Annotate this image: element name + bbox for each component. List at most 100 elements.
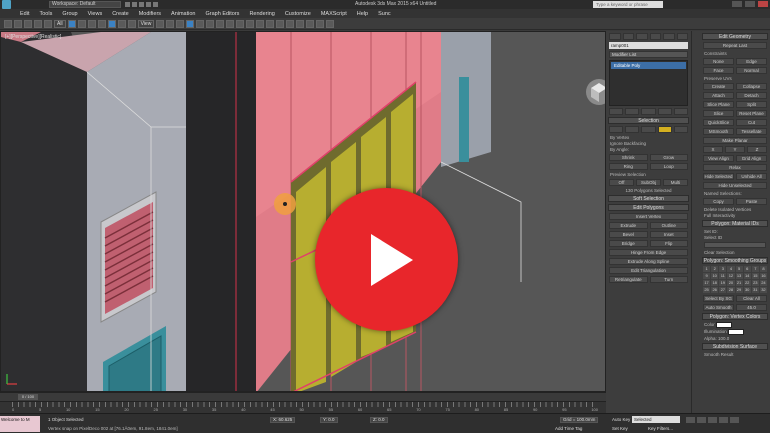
show-end-result-icon[interactable] bbox=[625, 108, 640, 115]
turn-button[interactable]: Turn bbox=[649, 276, 688, 283]
smoothing-group-button[interactable]: 1 bbox=[703, 266, 711, 272]
render-setup-icon[interactable] bbox=[306, 19, 315, 28]
menu-group[interactable]: Group bbox=[62, 11, 77, 17]
smoothing-group-button[interactable]: 17 bbox=[703, 280, 711, 286]
edit-polygons-rollout-header[interactable]: Edit Polygons bbox=[608, 204, 689, 211]
pivot-icon[interactable] bbox=[156, 19, 165, 28]
smoothing-group-button[interactable]: 31 bbox=[751, 287, 759, 293]
smoothing-group-button[interactable]: 7 bbox=[751, 266, 759, 272]
flip-button[interactable]: Flip bbox=[649, 240, 688, 247]
paste-button[interactable]: Paste bbox=[736, 198, 767, 205]
smoothing-group-button[interactable]: 22 bbox=[743, 280, 751, 286]
alpha-value[interactable]: 100.0 bbox=[718, 336, 729, 341]
rendered-frame-icon[interactable] bbox=[316, 19, 325, 28]
material-ids-rollout-header[interactable]: Polygon: Material IDs bbox=[702, 220, 768, 227]
shrink-button[interactable]: Shrink bbox=[609, 154, 648, 161]
smoothing-group-button[interactable]: 12 bbox=[727, 273, 735, 279]
retriangulate-button[interactable]: Retriangulate bbox=[609, 276, 648, 283]
select-object-icon[interactable] bbox=[67, 19, 76, 28]
utilities-tab-icon[interactable] bbox=[676, 33, 688, 40]
cut-button[interactable]: Cut bbox=[736, 119, 767, 126]
undo-icon[interactable] bbox=[146, 2, 151, 7]
menu-views[interactable]: Views bbox=[88, 11, 103, 17]
border-mode-icon[interactable] bbox=[641, 126, 656, 133]
smoothing-group-button[interactable]: 30 bbox=[743, 287, 751, 293]
menu-help[interactable]: Help bbox=[357, 11, 368, 17]
close-button[interactable] bbox=[758, 1, 768, 7]
smoothing-group-button[interactable]: 13 bbox=[735, 273, 743, 279]
msmooth-button[interactable]: MSmooth bbox=[703, 128, 734, 135]
key-selection-dropdown[interactable]: Selected bbox=[632, 416, 680, 423]
insert-vertex-button[interactable]: Insert Vertex bbox=[609, 213, 688, 220]
search-input[interactable]: Type a keyword or phrase bbox=[593, 1, 663, 8]
remove-modifier-icon[interactable] bbox=[657, 108, 672, 115]
hide-unselected-button[interactable]: Hide Unselected bbox=[703, 182, 767, 189]
tessellate-button[interactable]: Tessellate bbox=[736, 128, 767, 135]
graphite-icon[interactable] bbox=[266, 19, 275, 28]
bridge-button[interactable]: Bridge bbox=[609, 240, 648, 247]
menu-customize[interactable]: Customize bbox=[285, 11, 311, 17]
modify-tab-icon[interactable] bbox=[622, 33, 634, 40]
collapse-button[interactable]: Collapse bbox=[736, 83, 767, 90]
menu-graph-editors[interactable]: Graph Editors bbox=[206, 11, 240, 17]
stack-item-editable-poly[interactable]: Editable Poly bbox=[611, 62, 686, 69]
constraint-none-radio[interactable]: None bbox=[703, 58, 734, 65]
edit-triangulation-button[interactable]: Edit Triangulation bbox=[609, 267, 688, 274]
smoothing-group-button[interactable]: 9 bbox=[703, 273, 711, 279]
extrude-along-spline-button[interactable]: Extrude Along Spline bbox=[609, 258, 688, 265]
smoothing-groups-rollout-header[interactable]: Polygon: Smoothing Groups bbox=[702, 257, 768, 264]
previous-frame-icon[interactable] bbox=[697, 417, 706, 423]
split-checkbox[interactable]: Split bbox=[736, 101, 767, 108]
object-name-field[interactable]: ramp001 bbox=[609, 42, 688, 49]
detach-button[interactable]: Detach bbox=[736, 92, 767, 99]
time-slider-thumb[interactable]: 0 / 100 bbox=[18, 394, 38, 400]
smoothing-group-button[interactable]: 19 bbox=[719, 280, 727, 286]
constraint-edge-radio[interactable]: Edge bbox=[736, 58, 767, 65]
redo-icon[interactable] bbox=[153, 2, 158, 7]
y-coordinate-field[interactable]: Y: 0.0 bbox=[320, 417, 338, 423]
selection-rollout-header[interactable]: Selection bbox=[608, 117, 689, 124]
smoothing-group-button[interactable]: 16 bbox=[759, 273, 767, 279]
selection-filter-dropdown[interactable]: All bbox=[54, 19, 66, 28]
mirror-icon[interactable] bbox=[236, 19, 245, 28]
maxscript-listener[interactable]: Welcome to M bbox=[0, 416, 40, 432]
smoothing-group-button[interactable]: 3 bbox=[719, 266, 727, 272]
loop-button[interactable]: Loop bbox=[649, 163, 688, 170]
layer-manager-icon[interactable] bbox=[256, 19, 265, 28]
smoothing-group-button[interactable]: 23 bbox=[751, 280, 759, 286]
outline-button[interactable]: Outline bbox=[649, 222, 688, 229]
unlink-icon[interactable] bbox=[34, 19, 42, 28]
subdivision-rollout-header[interactable]: Subdivision Surface bbox=[702, 343, 768, 350]
new-icon[interactable] bbox=[125, 2, 130, 7]
manipulate-icon[interactable] bbox=[166, 19, 175, 28]
vertex-mode-icon[interactable] bbox=[609, 126, 624, 133]
reset-plane-button[interactable]: Reset Plane bbox=[736, 110, 767, 117]
hide-selected-button[interactable]: Hide Selected bbox=[703, 173, 734, 180]
spinner-snap-icon[interactable] bbox=[216, 19, 225, 28]
inset-button[interactable]: Inset bbox=[649, 231, 688, 238]
quickslice-button[interactable]: QuickSlice bbox=[703, 119, 734, 126]
make-planar-button[interactable]: Make Planar bbox=[703, 137, 767, 144]
keyboard-shortcut-icon[interactable] bbox=[176, 19, 185, 28]
preview-multi-radio[interactable]: Multi bbox=[663, 179, 688, 186]
open-icon[interactable] bbox=[132, 2, 137, 7]
clear-selection-checkbox[interactable]: Clear Selection bbox=[704, 250, 766, 255]
smoothing-group-button[interactable]: 4 bbox=[727, 266, 735, 272]
smoothing-group-button[interactable]: 8 bbox=[759, 266, 767, 272]
grow-button[interactable]: Grow bbox=[649, 154, 688, 161]
track-bar[interactable]: 0 5 10 15 20 25 30 35 40 45 50 55 60 65 … bbox=[0, 401, 606, 413]
go-to-end-icon[interactable] bbox=[730, 417, 739, 423]
z-coordinate-field[interactable]: Z: 0.0 bbox=[370, 417, 388, 423]
smoothing-group-button[interactable]: 14 bbox=[743, 273, 751, 279]
auto-smooth-value[interactable]: 45.0 bbox=[736, 304, 767, 311]
bevel-button[interactable]: Bevel bbox=[609, 231, 648, 238]
unhide-all-button[interactable]: Unhide All bbox=[736, 173, 767, 180]
snaps-toggle-icon[interactable] bbox=[186, 19, 195, 28]
smoothing-group-button[interactable]: 29 bbox=[735, 287, 743, 293]
rectangular-selection-icon[interactable] bbox=[87, 19, 96, 28]
preview-off-radio[interactable]: Off bbox=[609, 179, 634, 186]
copy-button[interactable]: Copy bbox=[703, 198, 734, 205]
polygon-mode-icon[interactable] bbox=[657, 126, 672, 133]
material-name-dropdown[interactable] bbox=[704, 242, 766, 248]
display-tab-icon[interactable] bbox=[663, 33, 675, 40]
